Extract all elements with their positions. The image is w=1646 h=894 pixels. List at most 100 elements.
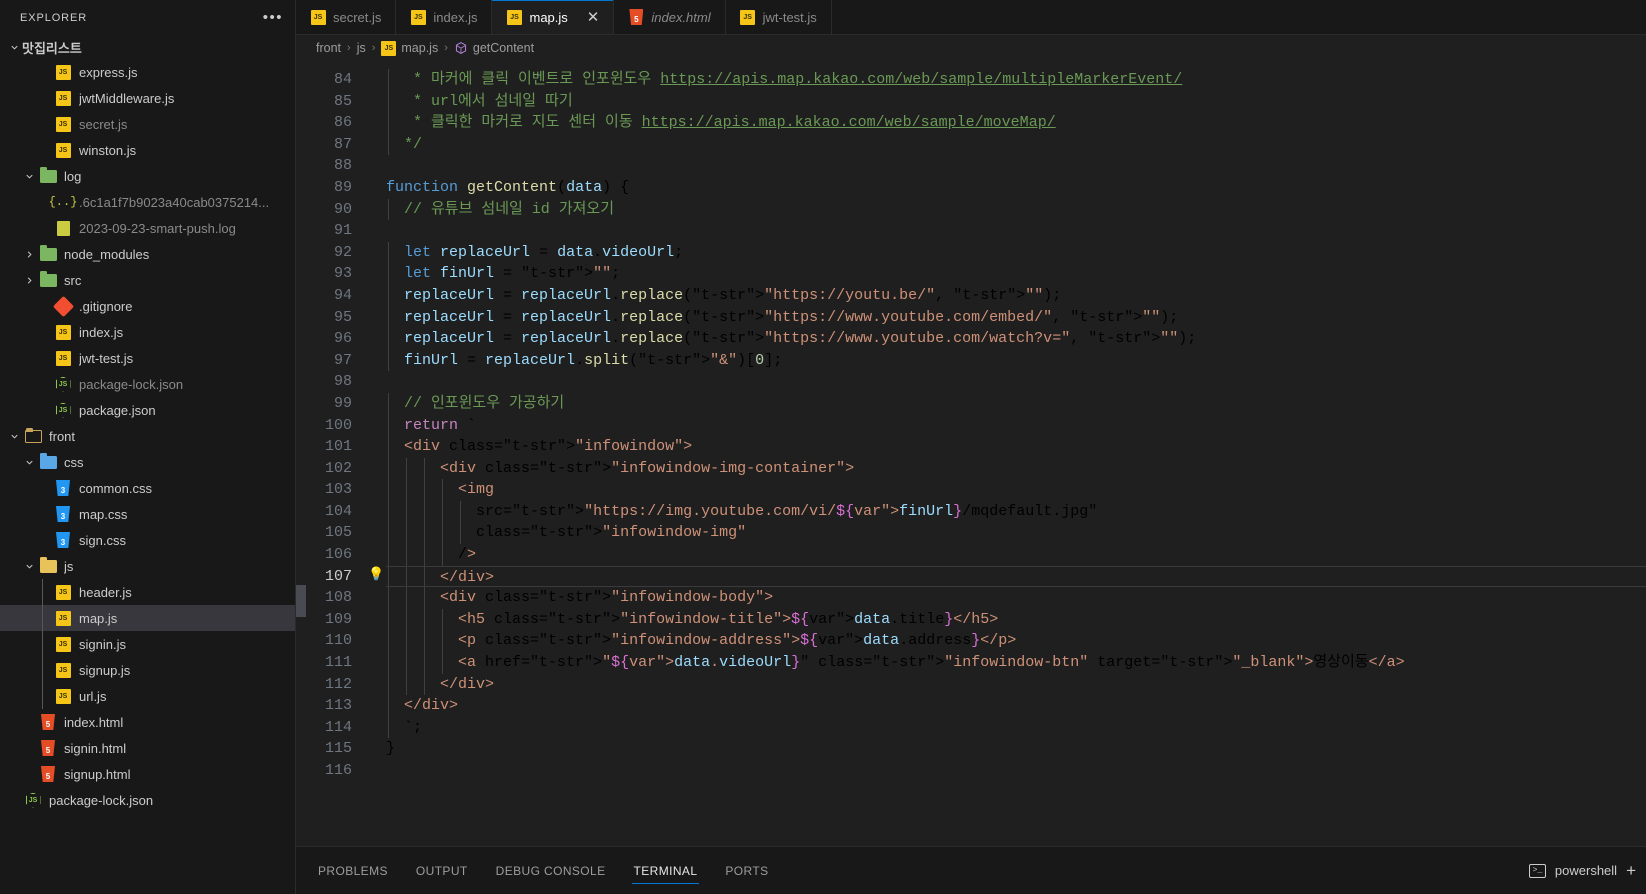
- code-line[interactable]: <p class="t-str">"infowindow-address">${…: [386, 630, 1646, 653]
- code-line[interactable]: let finUrl = "t-str">"";: [386, 263, 1646, 285]
- code-line-text: replaceUrl = replaceUrl.replace("t-str">…: [404, 330, 1071, 348]
- code-line[interactable]: // 인포윈도우 가공하기: [386, 392, 1646, 415]
- code-line[interactable]: </div>: [386, 695, 1646, 717]
- code-line[interactable]: [386, 371, 1646, 393]
- code-line[interactable]: finUrl = replaceUrl.split("t-str">"&")[0…: [386, 349, 1646, 372]
- breadcrumb-item-front[interactable]: front: [316, 41, 341, 55]
- code-line[interactable]: class="t-str">"infowindow-img": [386, 522, 1646, 545]
- panel-tab-ports[interactable]: PORTS: [723, 847, 770, 894]
- tree-item-signin-js[interactable]: JS signin.js: [0, 631, 295, 657]
- tree-item-log[interactable]: log: [0, 163, 295, 189]
- chevron-down-icon[interactable]: [21, 561, 37, 572]
- tree-item-js[interactable]: js: [0, 553, 295, 579]
- tree-item--6c1a1f7b9023a40cab0375214-[interactable]: {..} .6c1a1f7b9023a40cab0375214...: [0, 189, 295, 215]
- breadcrumb-item-map-js[interactable]: JS map.js: [381, 40, 438, 56]
- code-line[interactable]: replaceUrl = replaceUrl.replace("t-str">…: [386, 284, 1646, 307]
- code-line[interactable]: }: [386, 738, 1646, 760]
- code-line[interactable]: <img: [386, 479, 1646, 501]
- editor-scrollbar-left[interactable]: [296, 61, 306, 846]
- panel-tab-problems[interactable]: PROBLEMS: [316, 847, 390, 894]
- line-number: 88: [333, 157, 352, 175]
- code-line[interactable]: replaceUrl = replaceUrl.replace("t-str">…: [386, 306, 1646, 329]
- code-line[interactable]: />: [386, 544, 1646, 566]
- code-line[interactable]: let replaceUrl = data.videoUrl;: [386, 241, 1646, 264]
- tree-item-signin-html[interactable]: 5 signin.html: [0, 735, 295, 761]
- code-line[interactable]: </div>: [386, 673, 1646, 696]
- code-editor[interactable]: 84 85 86 87 88 89 90 91 92 93 94 95 96 97 98 99 100 101 10…: [296, 61, 1646, 846]
- tree-item-signup-js[interactable]: JS signup.js: [0, 657, 295, 683]
- code-line[interactable]: </div>: [386, 565, 1646, 588]
- code-line[interactable]: src="t-str">"https://img.youtube.com/vi/…: [386, 500, 1646, 523]
- code-line[interactable]: <a href="t-str">"${var">data.videoUrl}" …: [386, 652, 1646, 674]
- code-line[interactable]: replaceUrl = replaceUrl.replace("t-str">…: [386, 328, 1646, 350]
- tree-item-jwtmiddleware-js[interactable]: JS jwtMiddleware.js: [0, 85, 295, 111]
- tree-item-package-lock-json[interactable]: JS package-lock.json: [0, 787, 295, 813]
- tree-item-secret-js[interactable]: JS secret.js: [0, 111, 295, 137]
- tree-item-common-css[interactable]: 3 common.css: [0, 475, 295, 501]
- code-line[interactable]: // 유튜브 섬네일 id 가져오기: [386, 198, 1646, 221]
- tree-item-sign-css[interactable]: 3 sign.css: [0, 527, 295, 553]
- plus-icon[interactable]: +: [1626, 862, 1636, 879]
- code-line[interactable]: <div class="t-str">"infowindow-img-conta…: [386, 457, 1646, 480]
- code-action-gutter[interactable]: 💡: [364, 61, 386, 846]
- ellipsis-icon[interactable]: •••: [263, 10, 283, 25]
- chevron-down-icon[interactable]: [6, 431, 22, 442]
- code-line[interactable]: [386, 220, 1646, 242]
- code-line[interactable]: [386, 760, 1646, 782]
- source-code[interactable]: * 마커에 클릭 이벤트로 인포윈도우 https://apis.map.kak…: [386, 61, 1646, 846]
- code-line[interactable]: function getContent(data) {: [386, 177, 1646, 199]
- code-line[interactable]: `;: [386, 716, 1646, 739]
- close-icon[interactable]: ✕: [587, 10, 600, 25]
- chevron-down-icon[interactable]: [21, 171, 37, 182]
- lightbulb-icon[interactable]: 💡: [368, 566, 384, 581]
- tree-item-src[interactable]: src: [0, 267, 295, 293]
- tree-item-index-js[interactable]: JS index.js: [0, 319, 295, 345]
- code-line[interactable]: */: [386, 133, 1646, 156]
- tree-item-header-js[interactable]: JS header.js: [0, 579, 295, 605]
- panel-tab-terminal[interactable]: TERMINAL: [631, 847, 700, 894]
- chevron-right-icon[interactable]: [21, 249, 37, 260]
- code-line[interactable]: return `: [386, 414, 1646, 437]
- code-line[interactable]: <div class="t-str">"infowindow-body">: [386, 587, 1646, 609]
- code-line[interactable]: * 클릭한 마커로 지도 센터 이동 https://apis.map.kaka…: [386, 112, 1646, 134]
- code-line[interactable]: <div class="t-str">"infowindow">: [386, 436, 1646, 458]
- panel-tab-bar[interactable]: PROBLEMS OUTPUT DEBUG CONSOLE TERMINAL PORTS: [316, 847, 771, 894]
- workspace-root-row[interactable]: 맛집리스트: [0, 35, 295, 59]
- panel-tab-debug-console[interactable]: DEBUG CONSOLE: [494, 847, 608, 894]
- editor-tab-index-html[interactable]: 5 index.html: [614, 0, 726, 34]
- tree-item-package-lock-json[interactable]: JS package-lock.json: [0, 371, 295, 397]
- code-line[interactable]: * url에서 섬네일 따기: [386, 90, 1646, 113]
- tree-item-package-json[interactable]: JS package.json: [0, 397, 295, 423]
- tree-item-map-css[interactable]: 3 map.css: [0, 501, 295, 527]
- breadcrumb-item-getcontent[interactable]: getContent: [454, 41, 534, 55]
- line-number: 107: [324, 567, 352, 585]
- breadcrumb[interactable]: front › js › JS map.js › getContent: [296, 35, 1646, 61]
- editor-tab-index-js[interactable]: JS index.js: [396, 0, 493, 34]
- tree-item-front[interactable]: front: [0, 423, 295, 449]
- scrollbar-thumb[interactable]: [296, 585, 306, 617]
- chevron-down-icon[interactable]: [21, 457, 37, 468]
- breadcrumb-item-js[interactable]: js: [357, 41, 366, 55]
- editor-tab-bar[interactable]: JS secret.js JS index.js JS map.js ✕ 5 index.htm…: [296, 0, 1646, 35]
- editor-tab-map-js[interactable]: JS map.js ✕: [492, 0, 615, 34]
- tree-item-jwt-test-js[interactable]: JS jwt-test.js: [0, 345, 295, 371]
- editor-tab-secret-js[interactable]: JS secret.js: [296, 0, 397, 34]
- code-line[interactable]: * 마커에 클릭 이벤트로 인포윈도우 https://apis.map.kak…: [386, 69, 1646, 91]
- panel-tab-output[interactable]: OUTPUT: [414, 847, 470, 894]
- tree-item--gitignore[interactable]: .gitignore: [0, 293, 295, 319]
- tree-item-css[interactable]: css: [0, 449, 295, 475]
- gutter-slot: [364, 522, 386, 544]
- chevron-right-icon[interactable]: [21, 275, 37, 286]
- tree-item-url-js[interactable]: JS url.js: [0, 683, 295, 709]
- tree-item-2023-09-23-smart-push-log[interactable]: 2023-09-23-smart-push.log: [0, 215, 295, 241]
- code-line[interactable]: [386, 155, 1646, 177]
- tree-item-map-js[interactable]: JS map.js: [0, 605, 295, 631]
- tree-item-winston-js[interactable]: JS winston.js: [0, 137, 295, 163]
- tree-item-signup-html[interactable]: 5 signup.html: [0, 761, 295, 787]
- tree-item-express-js[interactable]: JS express.js: [0, 59, 295, 85]
- tree-item-node-modules[interactable]: node_modules: [0, 241, 295, 267]
- code-line[interactable]: <h5 class="t-str">"infowindow-title">${v…: [386, 608, 1646, 631]
- file-tree[interactable]: JS express.js JS jwtMiddleware.js JS secret.j…: [0, 59, 295, 894]
- tree-item-index-html[interactable]: 5 index.html: [0, 709, 295, 735]
- editor-tab-jwt-test-js[interactable]: JS jwt-test.js: [725, 0, 832, 34]
